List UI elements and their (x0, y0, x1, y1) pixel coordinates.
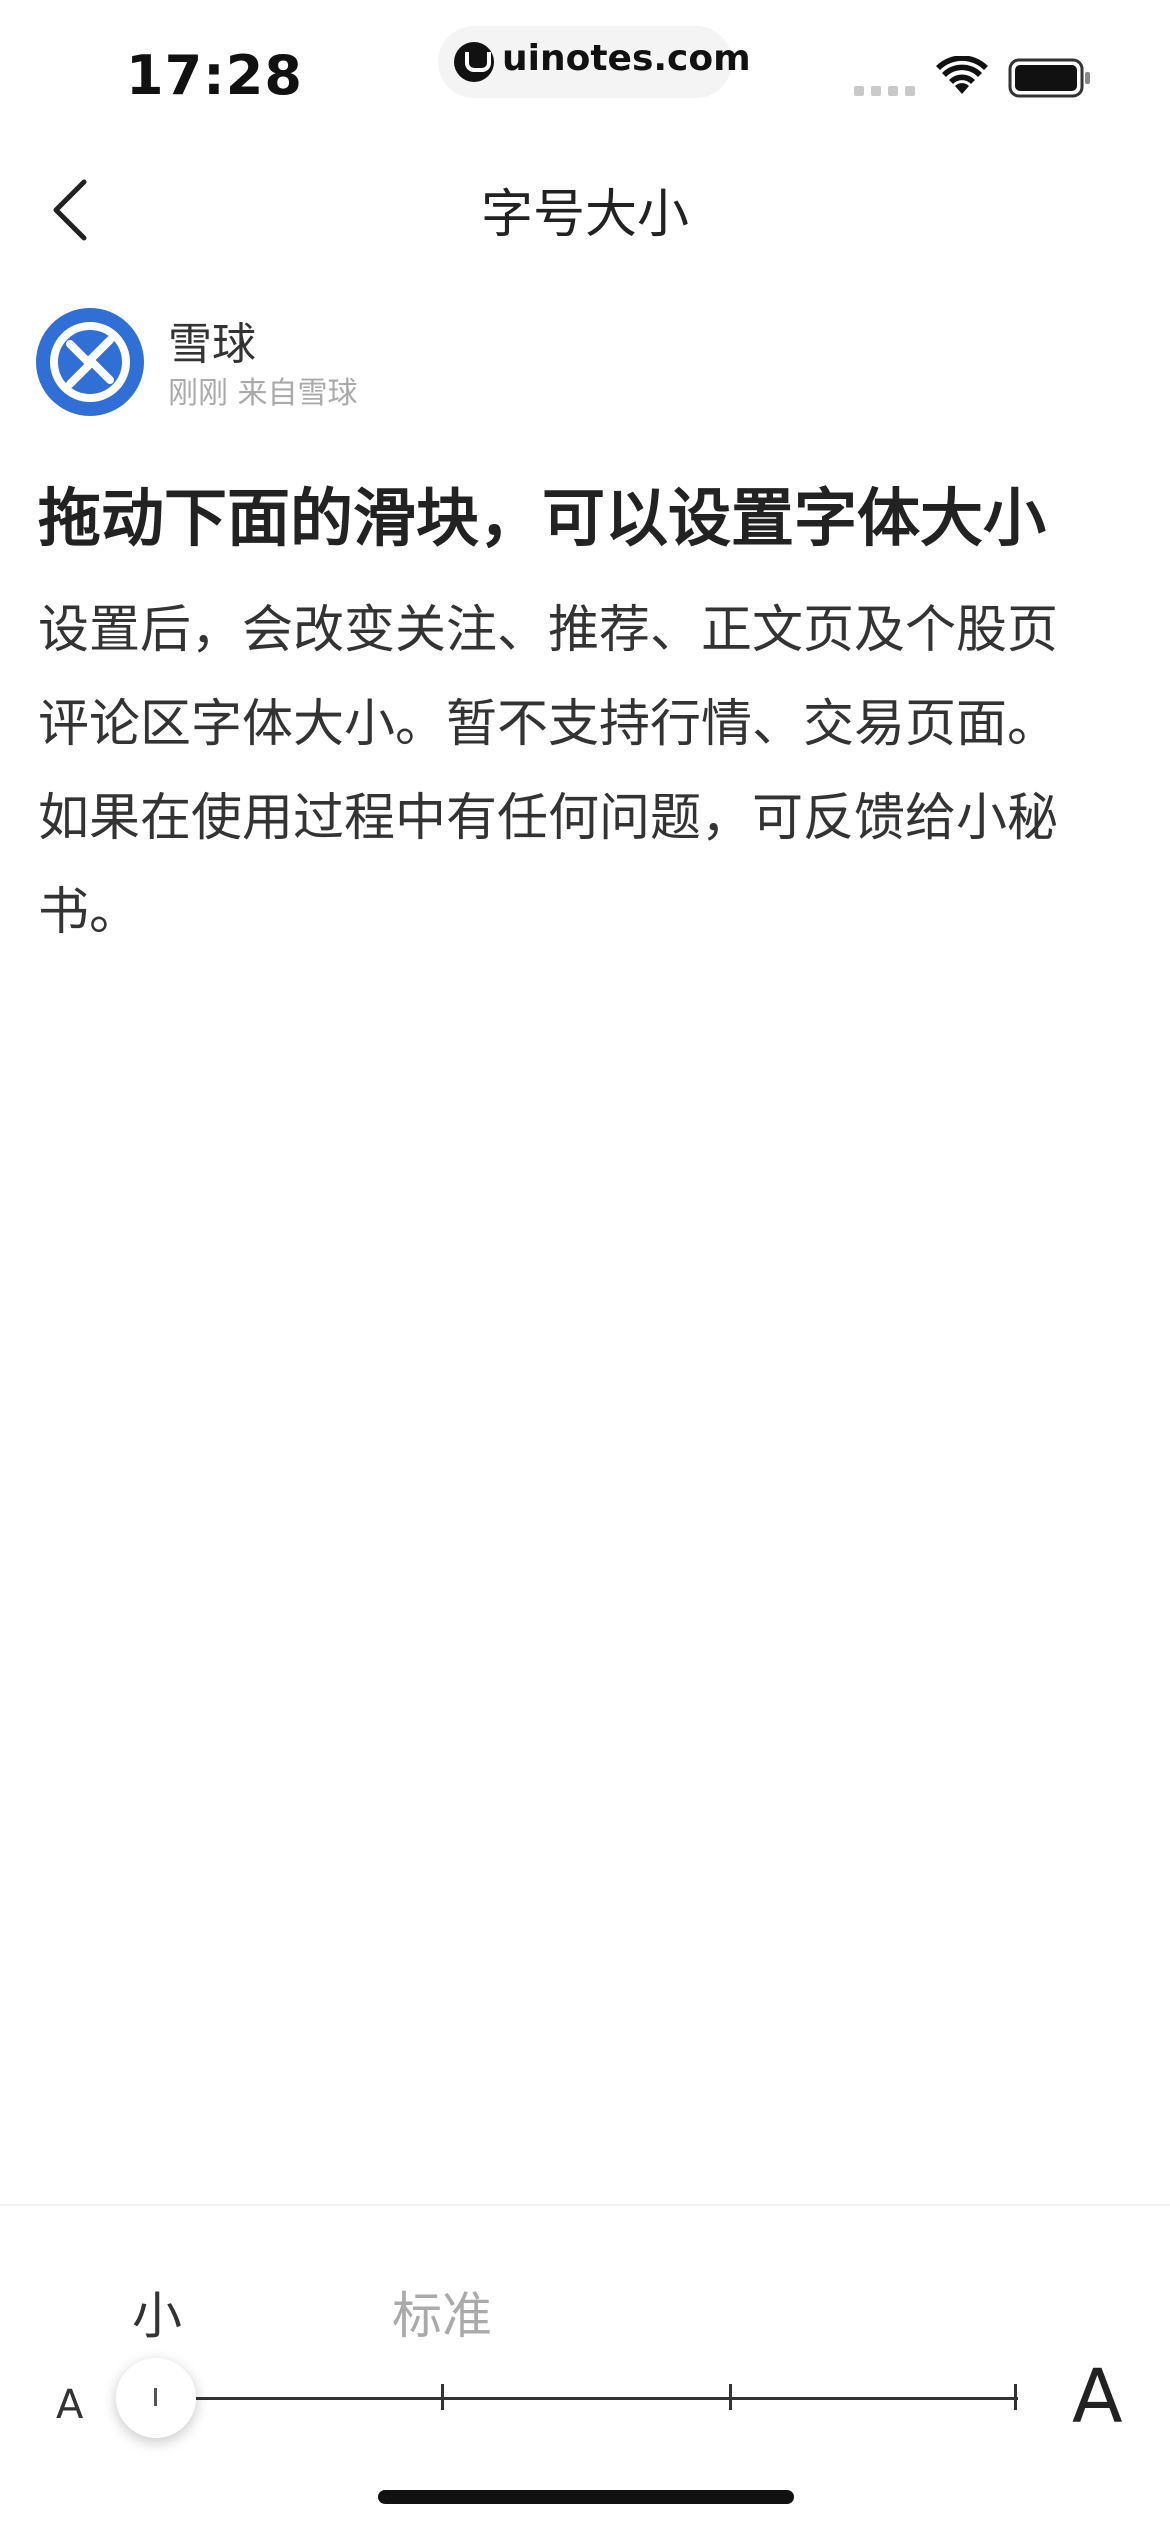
slider-tick[interactable] (1014, 2384, 1017, 2410)
preview-body: 设置后，会改变关注、推荐、正文页及个股页评论区字体大小。暂不支持行情、交易页面。… (38, 601, 1059, 942)
slider-tick[interactable] (441, 2384, 444, 2410)
xueqiu-avatar-icon[interactable] (36, 308, 144, 416)
page-title: 字号大小 (480, 185, 689, 245)
url-text: uinotes.com (502, 38, 751, 79)
site-logo-icon (454, 42, 494, 82)
size-label-small: 小 (132, 2287, 182, 2345)
author-name[interactable]: 雪球 (168, 308, 256, 372)
slider-tick[interactable] (729, 2384, 732, 2410)
min-size-indicator: A (56, 2382, 84, 2428)
font-size-slider-thumb[interactable] (116, 2358, 196, 2438)
battery-icon (1008, 58, 1090, 98)
status-time: 17:28 (126, 44, 303, 107)
post-meta: 刚刚 来自雪球 (168, 376, 358, 411)
size-label-standard: 标准 (392, 2287, 492, 2345)
font-size-slider-track[interactable] (156, 2397, 1018, 2400)
url-pill[interactable]: uinotes.com (438, 26, 751, 98)
panel-divider (0, 2204, 1170, 2206)
status-bar: 17:28 uinotes.com (0, 0, 1170, 140)
preview-headline: 拖动下面的滑块，可以设置字体大小 (38, 482, 1046, 555)
home-indicator[interactable] (378, 2490, 794, 2504)
wifi-icon (936, 56, 988, 94)
max-size-indicator: A (1072, 2354, 1123, 2440)
cellular-signal-icon (854, 86, 916, 96)
